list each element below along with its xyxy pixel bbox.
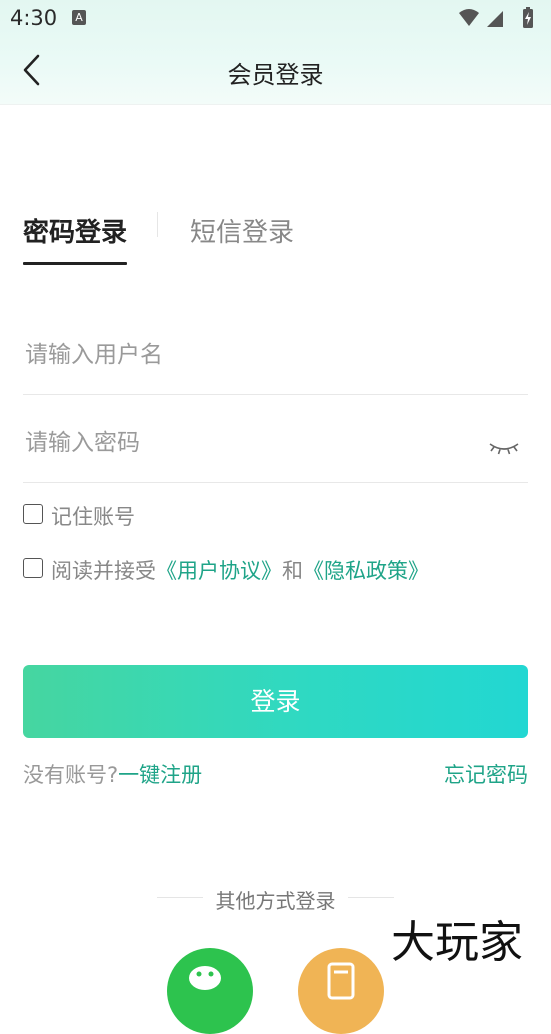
wechat-login-button[interactable] [167,948,253,1034]
status-time: 4:30 [10,6,58,30]
tab-divider [157,212,158,237]
signal-icon [487,11,503,27]
password-field-row [23,392,528,483]
watermark-logo: 大玩家 大玩家 [388,914,526,969]
tab-password-login[interactable]: 密码登录 [23,212,127,249]
password-input[interactable] [23,422,467,464]
divider-right [348,897,394,898]
status-icons [459,7,533,28]
top-bar: 4:30 A 会员登录 [0,0,551,105]
no-account-text: 没有账号? [23,763,119,787]
register-prompt: 没有账号?一键注册 [23,759,202,789]
privacy-policy-link[interactable]: 《隐私政策》 [303,559,429,583]
other-login-title: 其他方式登录 [215,889,336,913]
wechat-icon [189,966,221,990]
agree-and: 和 [282,559,303,583]
eye-closed-icon[interactable] [488,440,520,456]
notification-a-icon: A [72,10,86,25]
forgot-password-link[interactable]: 忘记密码 [444,759,528,789]
remember-label: 记住账号 [51,505,135,529]
remember-checkbox[interactable] [23,504,43,524]
svg-text:大玩家: 大玩家 [391,917,523,968]
phone-login-button[interactable] [298,948,384,1034]
page-title: 会员登录 [227,61,324,89]
user-agreement-link[interactable]: 《用户协议》 [156,559,282,583]
status-bar: 4:30 A [0,0,551,38]
register-link[interactable]: 一键注册 [118,763,202,787]
username-input[interactable] [23,334,467,376]
tab-sms-login[interactable]: 短信登录 [190,212,294,249]
username-field-row [23,304,528,395]
agree-prefix: 阅读并接受 [51,559,156,583]
active-tab-indicator [23,262,127,265]
agree-checkbox[interactable] [23,558,43,578]
phone-icon [327,962,355,1000]
wifi-icon [459,9,479,26]
login-button[interactable]: 登录 [23,665,528,738]
